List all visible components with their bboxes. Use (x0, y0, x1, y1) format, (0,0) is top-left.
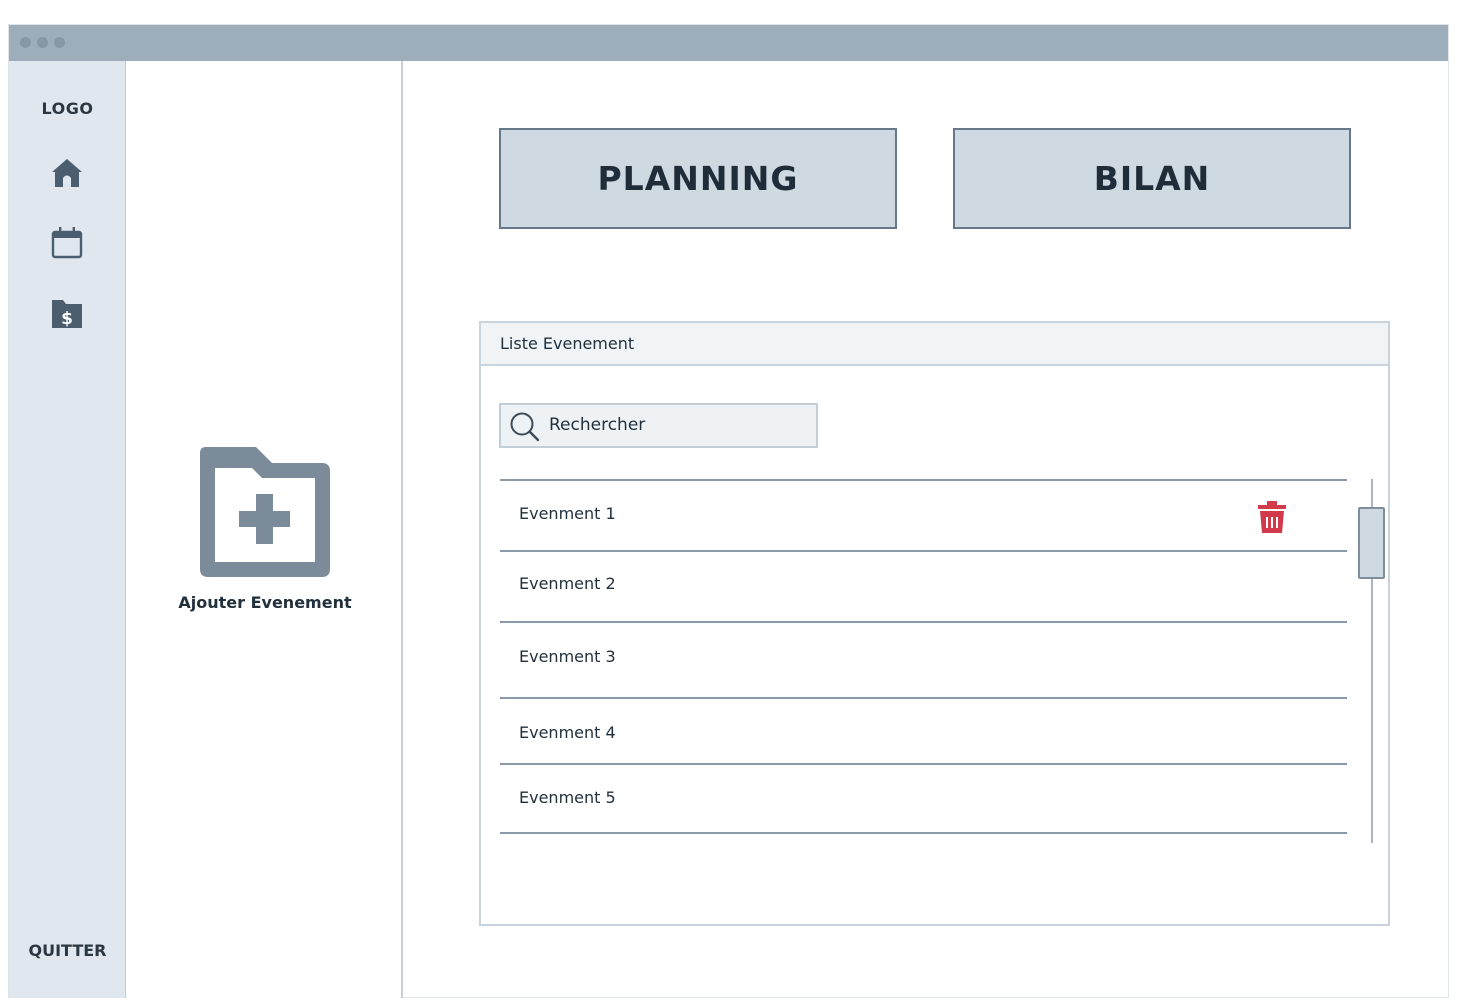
planning-button[interactable]: PLANNING (499, 128, 897, 229)
event-label: Evenment 5 (519, 788, 616, 807)
nav-home-button[interactable] (47, 157, 87, 193)
search-icon (509, 411, 541, 447)
add-event-button[interactable]: Ajouter Evenement (170, 445, 360, 612)
scrollbar-thumb[interactable] (1358, 507, 1385, 579)
finance-folder-icon: $ (50, 298, 84, 334)
nav-finance-button[interactable]: $ (47, 298, 87, 334)
search-input[interactable]: Rechercher (549, 415, 645, 435)
window-control-dot[interactable] (37, 37, 48, 48)
panel-header: Liste Evenement (481, 323, 1388, 366)
bilan-button[interactable]: BILAN (953, 128, 1351, 229)
list-item[interactable]: Evenment 4 (500, 697, 1347, 763)
left-panel: Ajouter Evenement (126, 61, 403, 998)
add-event-label: Ajouter Evenement (178, 593, 352, 612)
event-list-panel: Liste Evenement Rechercher Evenment 1 Ev… (479, 321, 1390, 926)
nav-calendar-button[interactable] (47, 227, 87, 263)
list-item[interactable]: Evenment 1 (500, 479, 1347, 550)
quit-button[interactable]: QUITTER (9, 941, 126, 960)
sidebar: LOGO $ QUITTER (9, 61, 126, 998)
home-icon (50, 157, 84, 193)
event-label: Evenment 2 (519, 574, 616, 593)
panel-title: Liste Evenement (500, 334, 635, 353)
event-label: Evenment 4 (519, 723, 616, 742)
list-item[interactable]: Evenment 2 (500, 550, 1347, 621)
search-field[interactable]: Rechercher (499, 403, 818, 448)
window-titlebar (9, 25, 1448, 61)
list-item[interactable]: Evenment 5 (500, 763, 1347, 834)
calendar-icon (50, 226, 84, 264)
window-control-dot[interactable] (54, 37, 65, 48)
trash-icon[interactable] (1257, 500, 1287, 538)
app-window: LOGO $ QUITTER Ajouter Evenement PLANNIN… (8, 24, 1449, 998)
folder-plus-icon (198, 447, 332, 583)
window-control-dot[interactable] (20, 37, 31, 48)
event-label: Evenment 3 (519, 647, 616, 666)
svg-text:$: $ (61, 309, 73, 329)
logo: LOGO (41, 99, 94, 118)
list-item[interactable]: Evenment 3 (500, 621, 1347, 692)
event-label: Evenment 1 (519, 504, 616, 523)
